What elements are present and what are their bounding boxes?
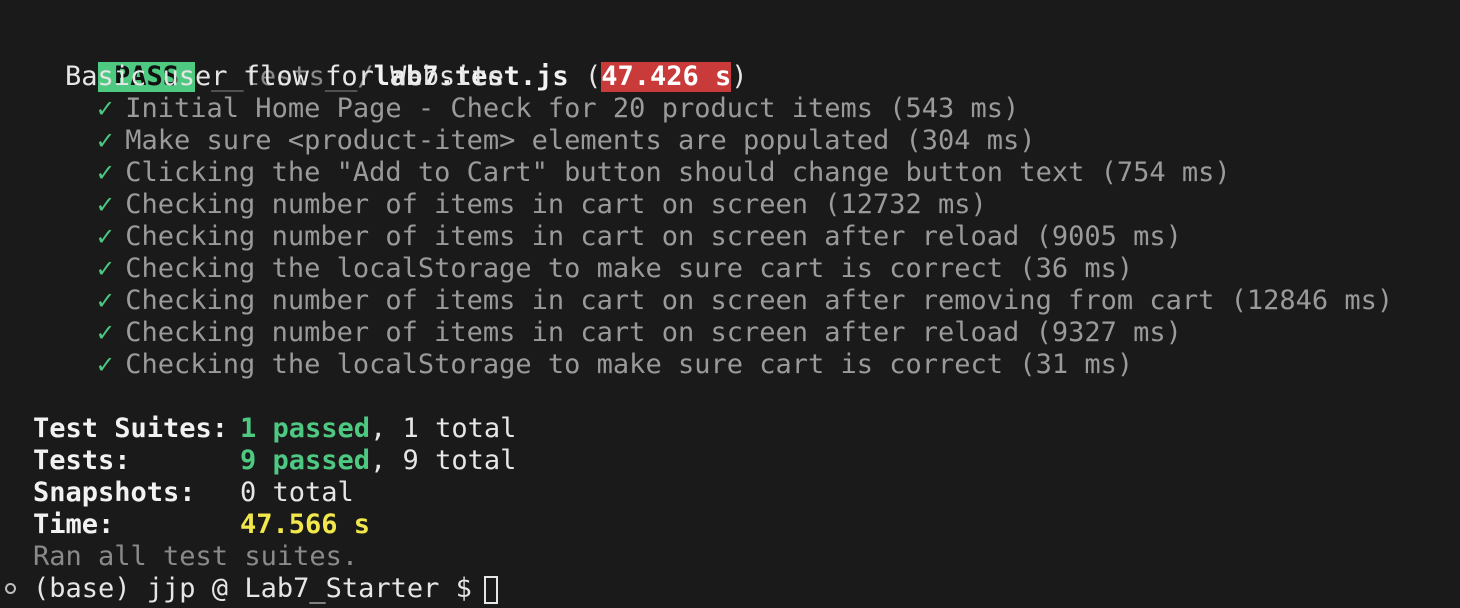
check-icon: ✓ xyxy=(97,189,114,220)
summary-time-label: Time: xyxy=(33,509,115,540)
summary-time-value: 47.566 s xyxy=(240,509,371,540)
summary-suites-passed: 1 passed xyxy=(240,413,371,444)
check-icon: ✓ xyxy=(97,317,114,348)
test-name: Checking number of items in cart on scre… xyxy=(125,221,1182,252)
test-name: Checking number of items in cart on scre… xyxy=(125,317,1182,348)
test-result-line: ✓ Checking number of items in cart on scr… xyxy=(97,285,1393,317)
ran-all-message: Ran all test suites. xyxy=(33,541,359,572)
test-name: Make sure <product-item> elements are po… xyxy=(125,125,1036,156)
duration-close-paren: ) xyxy=(731,61,748,92)
check-icon: ✓ xyxy=(97,157,114,188)
test-result-line: ✓ Checking the localStorage to make sure … xyxy=(97,349,1133,381)
test-result-line: ✓ Checking number of items in cart on scr… xyxy=(97,221,1182,253)
test-result-line: ✓ Checking number of items in cart on scr… xyxy=(97,317,1182,349)
test-file-header: PASS __tests__/lab7.test.js (47.426 s) xyxy=(33,29,748,92)
summary-time: Time: 47.566 s xyxy=(33,509,370,541)
summary-tests-label: Tests: xyxy=(33,445,131,476)
summary-suites-total: , 1 total xyxy=(370,413,517,444)
check-icon: ✓ xyxy=(97,349,114,380)
summary-snapshots-label: Snapshots: xyxy=(33,477,196,508)
summary-suites: Test Suites: 1 passed, 1 total xyxy=(33,413,516,445)
summary-snapshots-value: 0 total xyxy=(240,477,354,508)
check-icon: ✓ xyxy=(97,221,114,252)
prompt-text: (base) jjp @ Lab7_Starter $ xyxy=(33,573,472,604)
test-result-line: ✓ Checking number of items in cart on scr… xyxy=(97,189,987,221)
summary-suites-label: Test Suites: xyxy=(33,413,229,444)
test-name: Checking the localStorage to make sure c… xyxy=(125,349,1134,380)
test-name: Clicking the "Add to Cart" button should… xyxy=(125,157,1231,188)
summary-tests: Tests: 9 passed, 9 total xyxy=(33,445,516,477)
terminal-window[interactable]: PASS __tests__/lab7.test.js (47.426 s) Ba… xyxy=(0,0,1460,608)
summary-snapshots: Snapshots: 0 total xyxy=(33,477,354,509)
test-name: Initial Home Page - Check for 20 product… xyxy=(125,93,1020,124)
test-name: Checking the localStorage to make sure c… xyxy=(125,253,1134,284)
check-icon: ✓ xyxy=(97,285,114,316)
check-icon: ✓ xyxy=(97,93,114,124)
cursor[interactable] xyxy=(483,575,498,604)
test-result-line: ✓ Make sure <product-item> elements are p… xyxy=(97,125,1036,157)
check-icon: ✓ xyxy=(97,125,114,156)
test-name: Checking number of items in cart on scre… xyxy=(125,189,987,220)
summary-tests-passed: 9 passed xyxy=(240,445,371,476)
duration-open-paren: ( xyxy=(584,61,602,92)
suite-name: Basic user flow for Website xyxy=(65,61,504,92)
slow-duration-badge: 47.426 s xyxy=(601,61,732,92)
check-icon: ✓ xyxy=(97,253,114,284)
test-result-line: ✓ Initial Home Page - Check for 20 produc… xyxy=(97,93,1019,125)
shell-prompt[interactable]: (base) jjp @ Lab7_Starter $ xyxy=(33,573,498,605)
prompt-marker-icon xyxy=(5,583,16,594)
summary-tests-total: , 9 total xyxy=(370,445,517,476)
test-result-line: ✓ Clicking the "Add to Cart" button shoul… xyxy=(97,157,1231,189)
test-result-line: ✓ Checking the localStorage to make sure … xyxy=(97,253,1133,285)
test-name: Checking number of items in cart on scre… xyxy=(125,285,1394,316)
